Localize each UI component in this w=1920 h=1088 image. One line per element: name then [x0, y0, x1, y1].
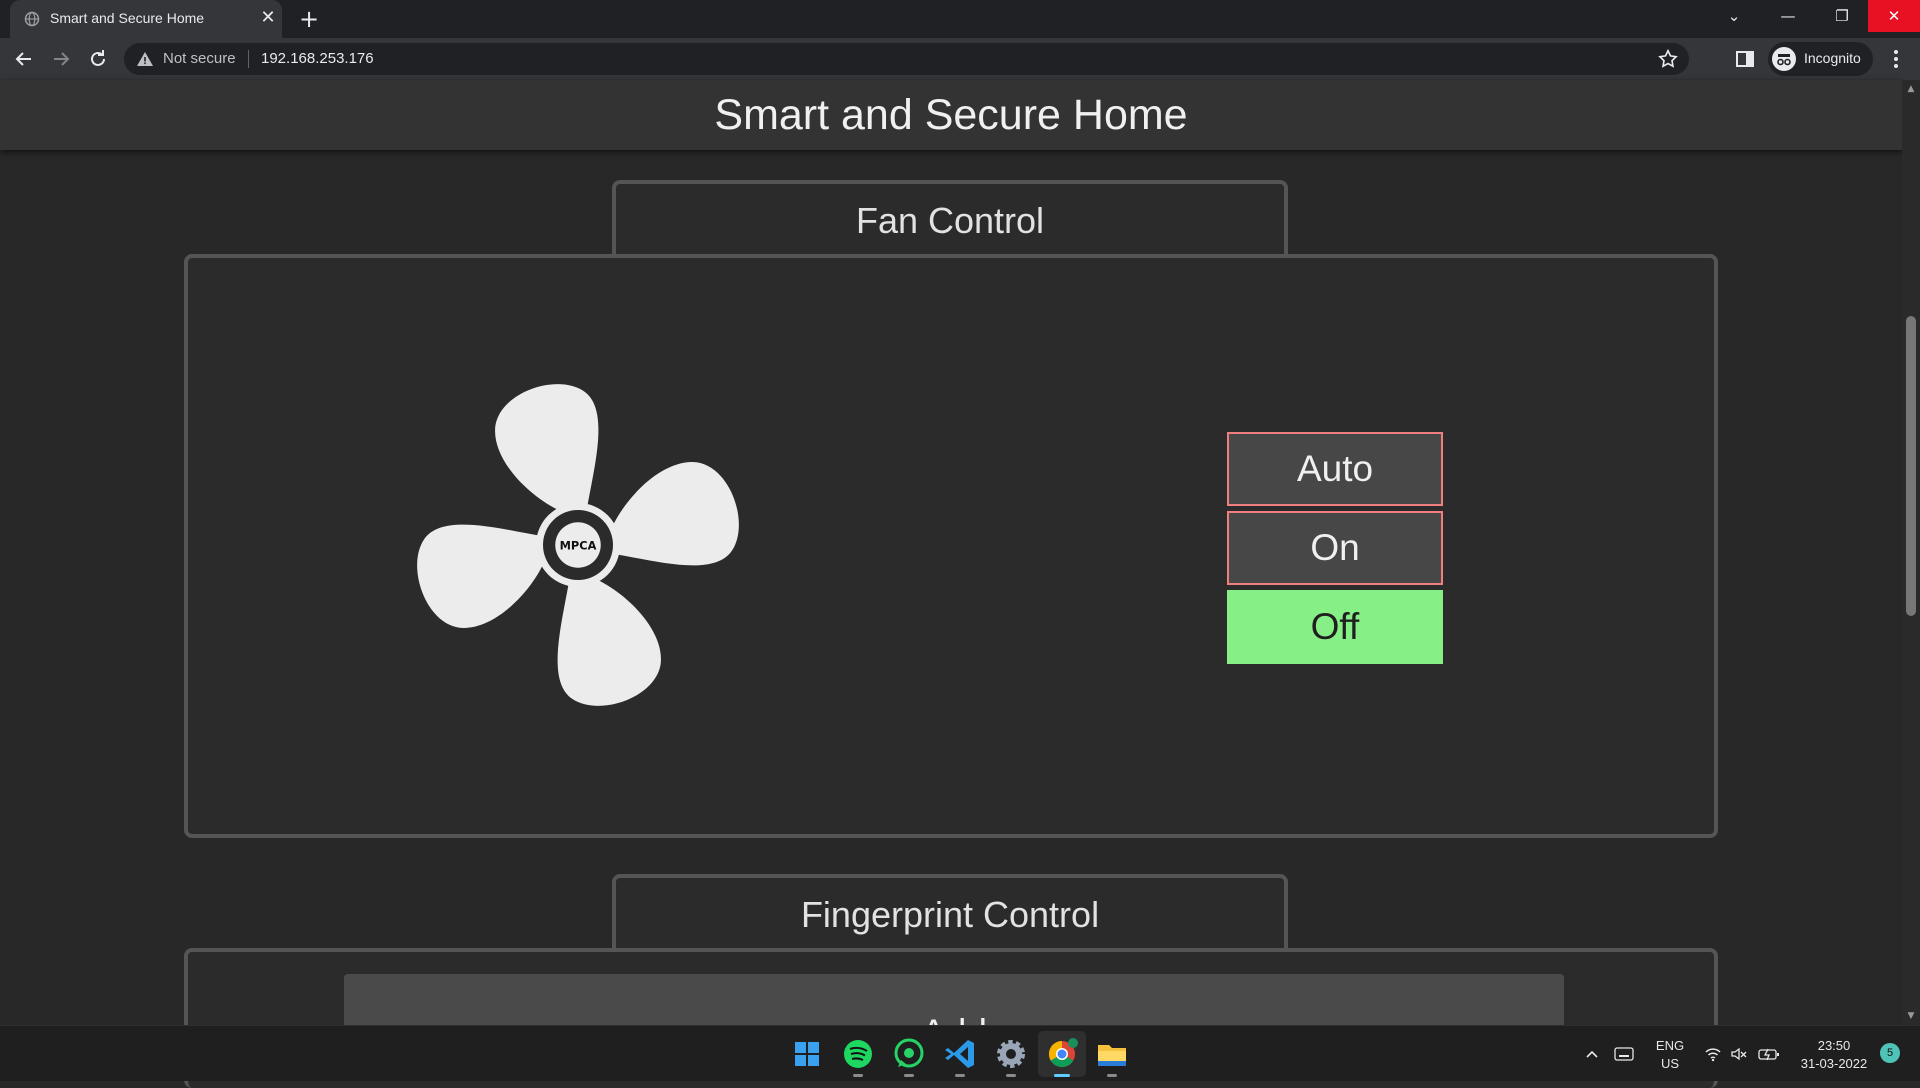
fan-control-tab: Fan Control	[612, 180, 1288, 254]
browser-tab[interactable]: Smart and Secure Home ✕	[10, 0, 282, 38]
fan-control-panel: MPCA Auto On Off	[184, 254, 1718, 838]
reload-icon[interactable]	[86, 47, 110, 71]
fan-hub-label: MPCA	[560, 538, 597, 552]
globe-icon	[24, 11, 40, 27]
incognito-profile-button[interactable]: Incognito	[1768, 42, 1873, 76]
chrome-running-indicator	[1054, 1074, 1070, 1077]
vscode-running-indicator	[955, 1074, 965, 1077]
star-icon[interactable]	[1657, 48, 1679, 70]
site-header: Smart and Secure Home	[0, 80, 1902, 150]
tab-search-icon[interactable]: ⌄	[1708, 0, 1760, 32]
side-panel-icon[interactable]	[1733, 47, 1757, 71]
start-icon[interactable]	[787, 1034, 827, 1074]
new-tab-button[interactable]: +	[296, 6, 322, 32]
vscode-icon[interactable]	[940, 1034, 980, 1074]
notification-badge[interactable]: 5	[1880, 1043, 1900, 1063]
spotify-running-indicator	[853, 1074, 863, 1077]
settings-icon[interactable]	[991, 1034, 1031, 1074]
fan-control-title: Fan Control	[855, 200, 1045, 241]
whatsapp-icon[interactable]	[889, 1034, 929, 1074]
warning-icon[interactable]	[136, 50, 154, 68]
battery-icon[interactable]	[1758, 1045, 1780, 1063]
settings-running-indicator	[1006, 1074, 1016, 1077]
browser-toolbar: Not secure 192.168.253.176 Incognito	[0, 38, 1920, 80]
tab-title: Smart and Secure Home	[50, 10, 205, 26]
whatsapp-running-indicator	[904, 1074, 914, 1077]
minimize-icon[interactable]: —	[1762, 0, 1814, 32]
scroll-up-icon[interactable]: ▲	[1906, 84, 1916, 94]
page-title: Smart and Secure Home	[714, 91, 1188, 139]
menu-icon[interactable]	[1884, 47, 1908, 71]
chevron-up-icon[interactable]	[1583, 1045, 1601, 1063]
fan-on-button[interactable]: On	[1227, 511, 1443, 585]
language-indicator[interactable]: ENG	[1655, 1038, 1685, 1053]
tab-strip: Smart and Secure Home ✕ + ⌄ — ❐ ✕	[0, 0, 1920, 38]
keyboard-icon[interactable]	[1614, 1045, 1634, 1063]
close-window-icon[interactable]: ✕	[1868, 0, 1920, 32]
fingerprint-control-tab: Fingerprint Control	[612, 874, 1288, 948]
spotify-icon[interactable]	[838, 1034, 878, 1074]
taskbar: ENG US 23:50 31-03-2022 5	[0, 1025, 1920, 1081]
clock-date[interactable]: 31-03-2022	[1794, 1056, 1874, 1071]
chrome-icon[interactable]	[1042, 1034, 1082, 1074]
fingerprint-control-title: Fingerprint Control	[800, 894, 1100, 935]
fan-auto-button[interactable]: Auto	[1227, 432, 1443, 506]
incognito-label: Incognito	[1804, 50, 1861, 66]
back-icon[interactable]	[12, 47, 36, 71]
tab-close-icon[interactable]: ✕	[256, 6, 280, 30]
fan-icon: MPCA	[417, 384, 739, 706]
address-bar[interactable]: Not secure 192.168.253.176	[124, 43, 1689, 75]
scroll-down-icon[interactable]: ▼	[1906, 1011, 1916, 1021]
incognito-icon	[1772, 47, 1796, 71]
volume-muted-icon[interactable]	[1730, 1045, 1748, 1063]
restore-icon[interactable]: ❐	[1816, 0, 1868, 32]
fan-off-button[interactable]: Off	[1227, 590, 1443, 664]
wifi-icon[interactable]	[1704, 1045, 1722, 1063]
explorer-running-indicator	[1107, 1074, 1117, 1077]
scroll-thumb[interactable]	[1906, 316, 1916, 616]
language-region[interactable]: US	[1655, 1056, 1685, 1071]
page-scrollbar[interactable]: ▲ ▼	[1902, 80, 1920, 1025]
file-explorer-icon[interactable]	[1092, 1034, 1132, 1074]
url-text[interactable]: 192.168.253.176	[261, 50, 374, 67]
security-label[interactable]: Not secure	[163, 50, 236, 67]
forward-icon[interactable]	[49, 47, 73, 71]
clock-time[interactable]: 23:50	[1794, 1038, 1874, 1053]
omnibox-divider	[248, 50, 249, 68]
